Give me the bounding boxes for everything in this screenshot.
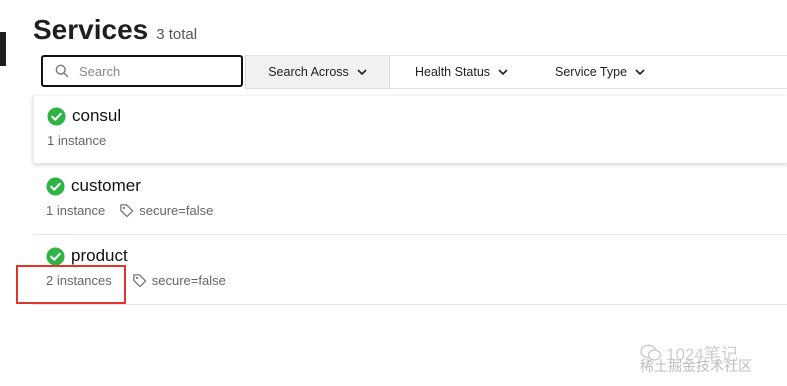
annotation-highlight-box (16, 265, 126, 304)
filter-bar: Search Across Health Status Service Type (245, 55, 787, 89)
service-list-item[interactable]: customer 1 instance secure=false (33, 166, 787, 235)
passing-check-icon (46, 246, 65, 266)
watermark-subtitle: 稀土掘金技术社区 (640, 358, 752, 374)
page-title: Services (33, 14, 149, 45)
service-meta: 1 instance secure=false (46, 203, 213, 218)
service-tag: secure=false (119, 203, 213, 218)
health-status-label: Health Status (415, 65, 491, 79)
instance-count: 1 instance (46, 203, 106, 218)
search-input[interactable] (77, 62, 231, 80)
search-field[interactable] (41, 55, 243, 87)
chevron-down-icon (498, 69, 508, 75)
service-name-row: customer (46, 176, 141, 196)
service-meta: 1 instance (47, 133, 106, 148)
passing-check-icon (46, 176, 65, 196)
service-name[interactable]: consul (72, 106, 121, 126)
tag-label: secure=false (139, 203, 214, 218)
service-type-label: Service Type (555, 65, 628, 79)
tag-icon (132, 274, 147, 288)
passing-check-icon (47, 106, 66, 126)
search-across-dropdown[interactable]: Search Across (245, 56, 390, 89)
health-status-dropdown[interactable]: Health Status (415, 56, 508, 88)
service-type-dropdown[interactable]: Service Type (555, 56, 645, 88)
service-list-item[interactable]: product 2 instances secure=false (33, 236, 787, 305)
page-header: Services 3 total (33, 14, 197, 46)
service-name-row: product (46, 246, 128, 266)
service-count: 3 total (156, 26, 198, 43)
chevron-down-icon (357, 69, 367, 75)
service-name[interactable]: product (71, 246, 128, 266)
tag-label: secure=false (151, 273, 226, 288)
tag-icon (120, 204, 134, 218)
window-edge (0, 32, 6, 66)
service-list-item[interactable]: consul 1 instance (33, 96, 787, 164)
instance-count: 1 instance (47, 133, 107, 148)
chevron-down-icon (635, 69, 645, 75)
search-across-label: Search Across (268, 65, 349, 79)
search-icon (55, 64, 69, 78)
service-name[interactable]: customer (71, 176, 141, 196)
service-tag: secure=false (132, 273, 226, 288)
service-name-row: consul (47, 106, 121, 126)
